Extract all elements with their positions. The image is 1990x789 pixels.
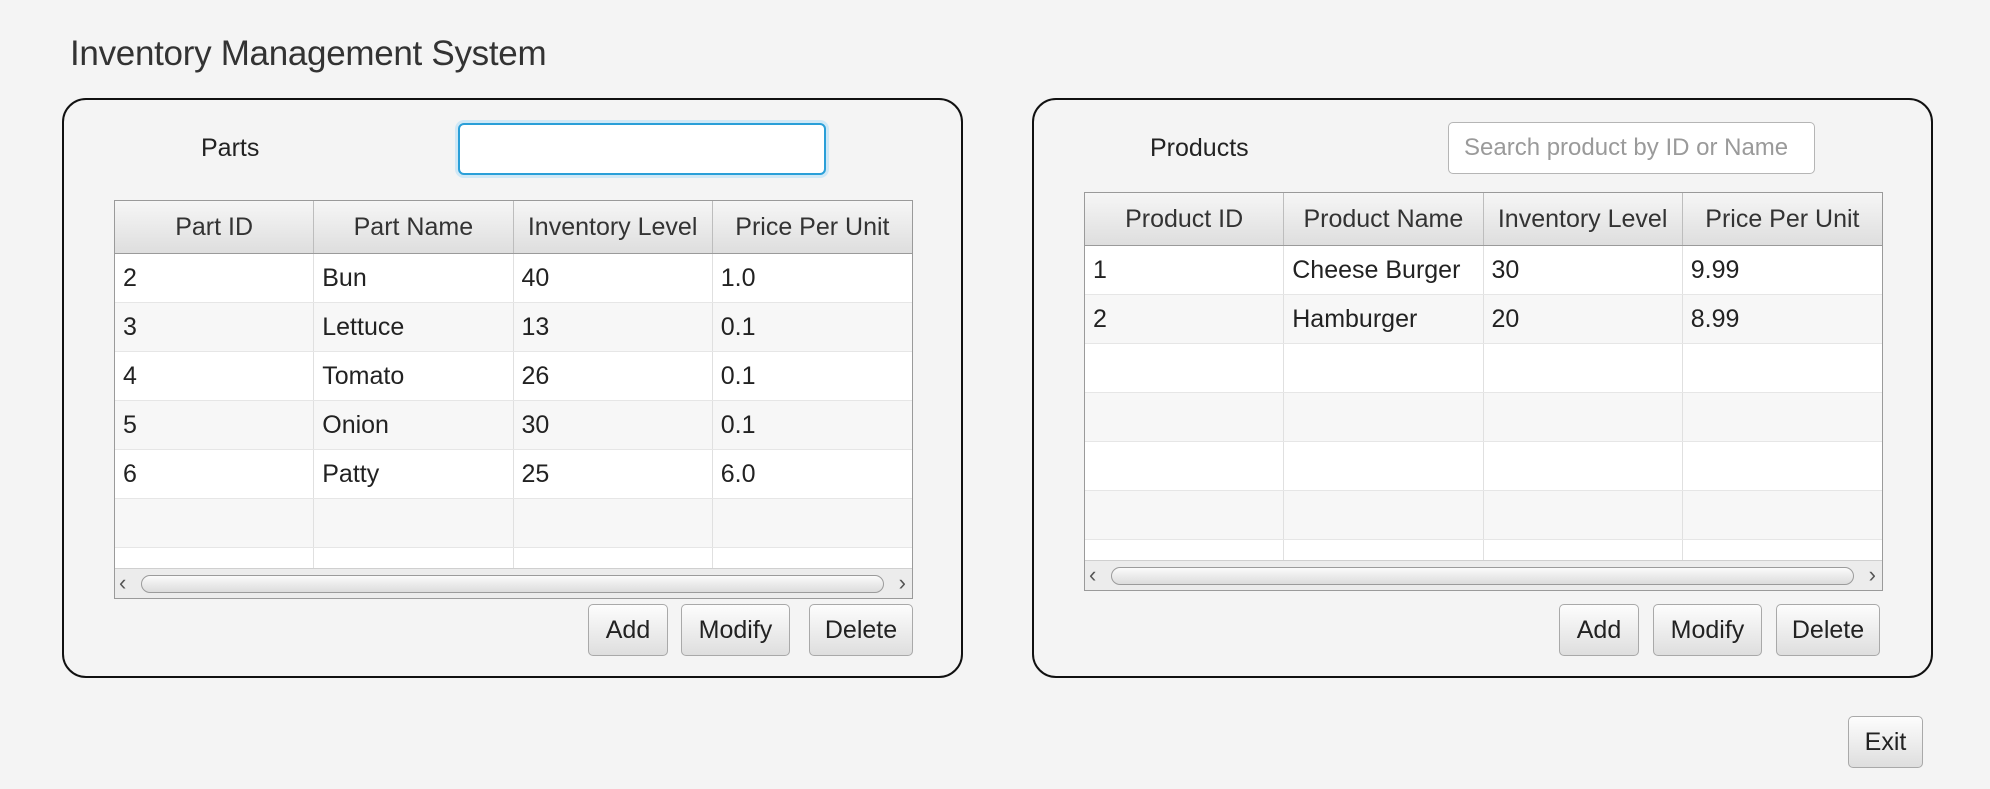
add-part-button[interactable]: Add [588,604,668,656]
parts-search-input[interactable] [458,123,826,175]
cell-price-per-unit: 0.1 [720,312,756,341]
table-row[interactable]: 5 Onion 30 0.1 [115,401,912,450]
parts-table-header: Part ID Part Name Inventory Level Price … [115,201,912,254]
parts-table-body: 2 Bun 40 1.0 3 Lettuce 13 0.1 4 Tomato 2… [115,254,912,568]
table-row[interactable]: 6 Patty 25 6.0 [115,450,912,499]
column-header-price-per-unit[interactable]: Price Per Unit [1683,193,1882,245]
add-product-button[interactable]: Add [1559,604,1639,656]
cell-price-per-unit: 0.1 [720,410,756,439]
table-row[interactable]: 1 Cheese Burger 30 9.99 [1085,246,1882,295]
cell-price-per-unit: 6.0 [720,459,756,488]
cell-product-id: 1 [1085,246,1285,294]
column-header-price-per-unit[interactable]: Price Per Unit [713,201,912,253]
cell-part-name: Bun [314,254,514,302]
products-horizontal-scrollbar[interactable]: ‹ › [1085,560,1882,590]
cell-part-name: Patty [314,450,514,498]
table-row[interactable]: 3 Lettuce 13 0.1 [115,303,912,352]
column-header-inventory-level[interactable]: Inventory Level [514,201,713,253]
empty-table-row [1085,540,1882,560]
empty-table-row [115,548,912,568]
modify-product-button[interactable]: Modify [1653,604,1762,656]
cell-part-name: Tomato [314,352,514,400]
column-header-part-id[interactable]: Part ID [115,201,315,253]
parts-panel: Parts Part ID Part Name Inventory Level … [62,98,963,678]
cell-inventory-level: 30 [514,401,713,449]
cell-inventory-level: 30 [1484,246,1683,294]
column-header-product-id[interactable]: Product ID [1085,193,1285,245]
cell-inventory-level: 25 [514,450,713,498]
delete-part-button[interactable]: Delete [809,604,913,656]
cell-price-per-unit: 0.1 [720,361,756,390]
empty-table-row [1085,491,1882,540]
scrollbar-thumb[interactable] [1111,567,1854,585]
parts-table[interactable]: Part ID Part Name Inventory Level Price … [114,200,913,599]
products-label: Products [1150,134,1249,162]
cell-inventory-level: 40 [514,254,713,302]
cell-inventory-level: 20 [1484,295,1683,343]
chevron-right-icon[interactable]: › [899,572,906,594]
cell-product-name: Cheese Burger [1284,246,1484,294]
exit-button[interactable]: Exit [1848,716,1923,768]
cell-inventory-level: 26 [514,352,713,400]
app-title: Inventory Management System [70,34,547,73]
table-row[interactable]: 4 Tomato 26 0.1 [115,352,912,401]
cell-product-id: 2 [1085,295,1285,343]
scrollbar-thumb[interactable] [141,575,884,593]
products-search-input[interactable] [1448,122,1815,174]
cell-product-name: Hamburger [1284,295,1484,343]
products-table-header: Product ID Product Name Inventory Level … [1085,193,1882,246]
cell-price-per-unit: 8.99 [1690,304,1740,333]
chevron-right-icon[interactable]: › [1869,564,1876,586]
empty-table-row [115,499,912,548]
cell-part-id: 4 [115,352,315,400]
cell-price-per-unit: 9.99 [1690,255,1740,284]
chevron-left-icon[interactable]: ‹ [1089,564,1096,586]
cell-part-id: 2 [115,254,315,302]
cell-price-per-unit: 1.0 [720,263,756,292]
empty-table-row [1085,393,1882,442]
cell-part-name: Onion [314,401,514,449]
empty-table-row [1085,442,1882,491]
empty-table-row [1085,344,1882,393]
chevron-left-icon[interactable]: ‹ [119,572,126,594]
cell-part-name: Lettuce [314,303,514,351]
products-table[interactable]: Product ID Product Name Inventory Level … [1084,192,1883,591]
parts-label: Parts [201,134,260,162]
column-header-product-name[interactable]: Product Name [1284,193,1484,245]
column-header-part-name[interactable]: Part Name [314,201,514,253]
products-panel: Products Product ID Product Name Invento… [1032,98,1933,678]
table-row[interactable]: 2 Hamburger 20 8.99 [1085,295,1882,344]
delete-product-button[interactable]: Delete [1776,604,1880,656]
cell-part-id: 5 [115,401,315,449]
column-header-inventory-level[interactable]: Inventory Level [1484,193,1683,245]
cell-part-id: 6 [115,450,315,498]
table-row[interactable]: 2 Bun 40 1.0 [115,254,912,303]
products-table-body: 1 Cheese Burger 30 9.99 2 Hamburger 20 8… [1085,246,1882,560]
cell-part-id: 3 [115,303,315,351]
parts-horizontal-scrollbar[interactable]: ‹ › [115,568,912,598]
cell-inventory-level: 13 [514,303,713,351]
modify-part-button[interactable]: Modify [681,604,790,656]
